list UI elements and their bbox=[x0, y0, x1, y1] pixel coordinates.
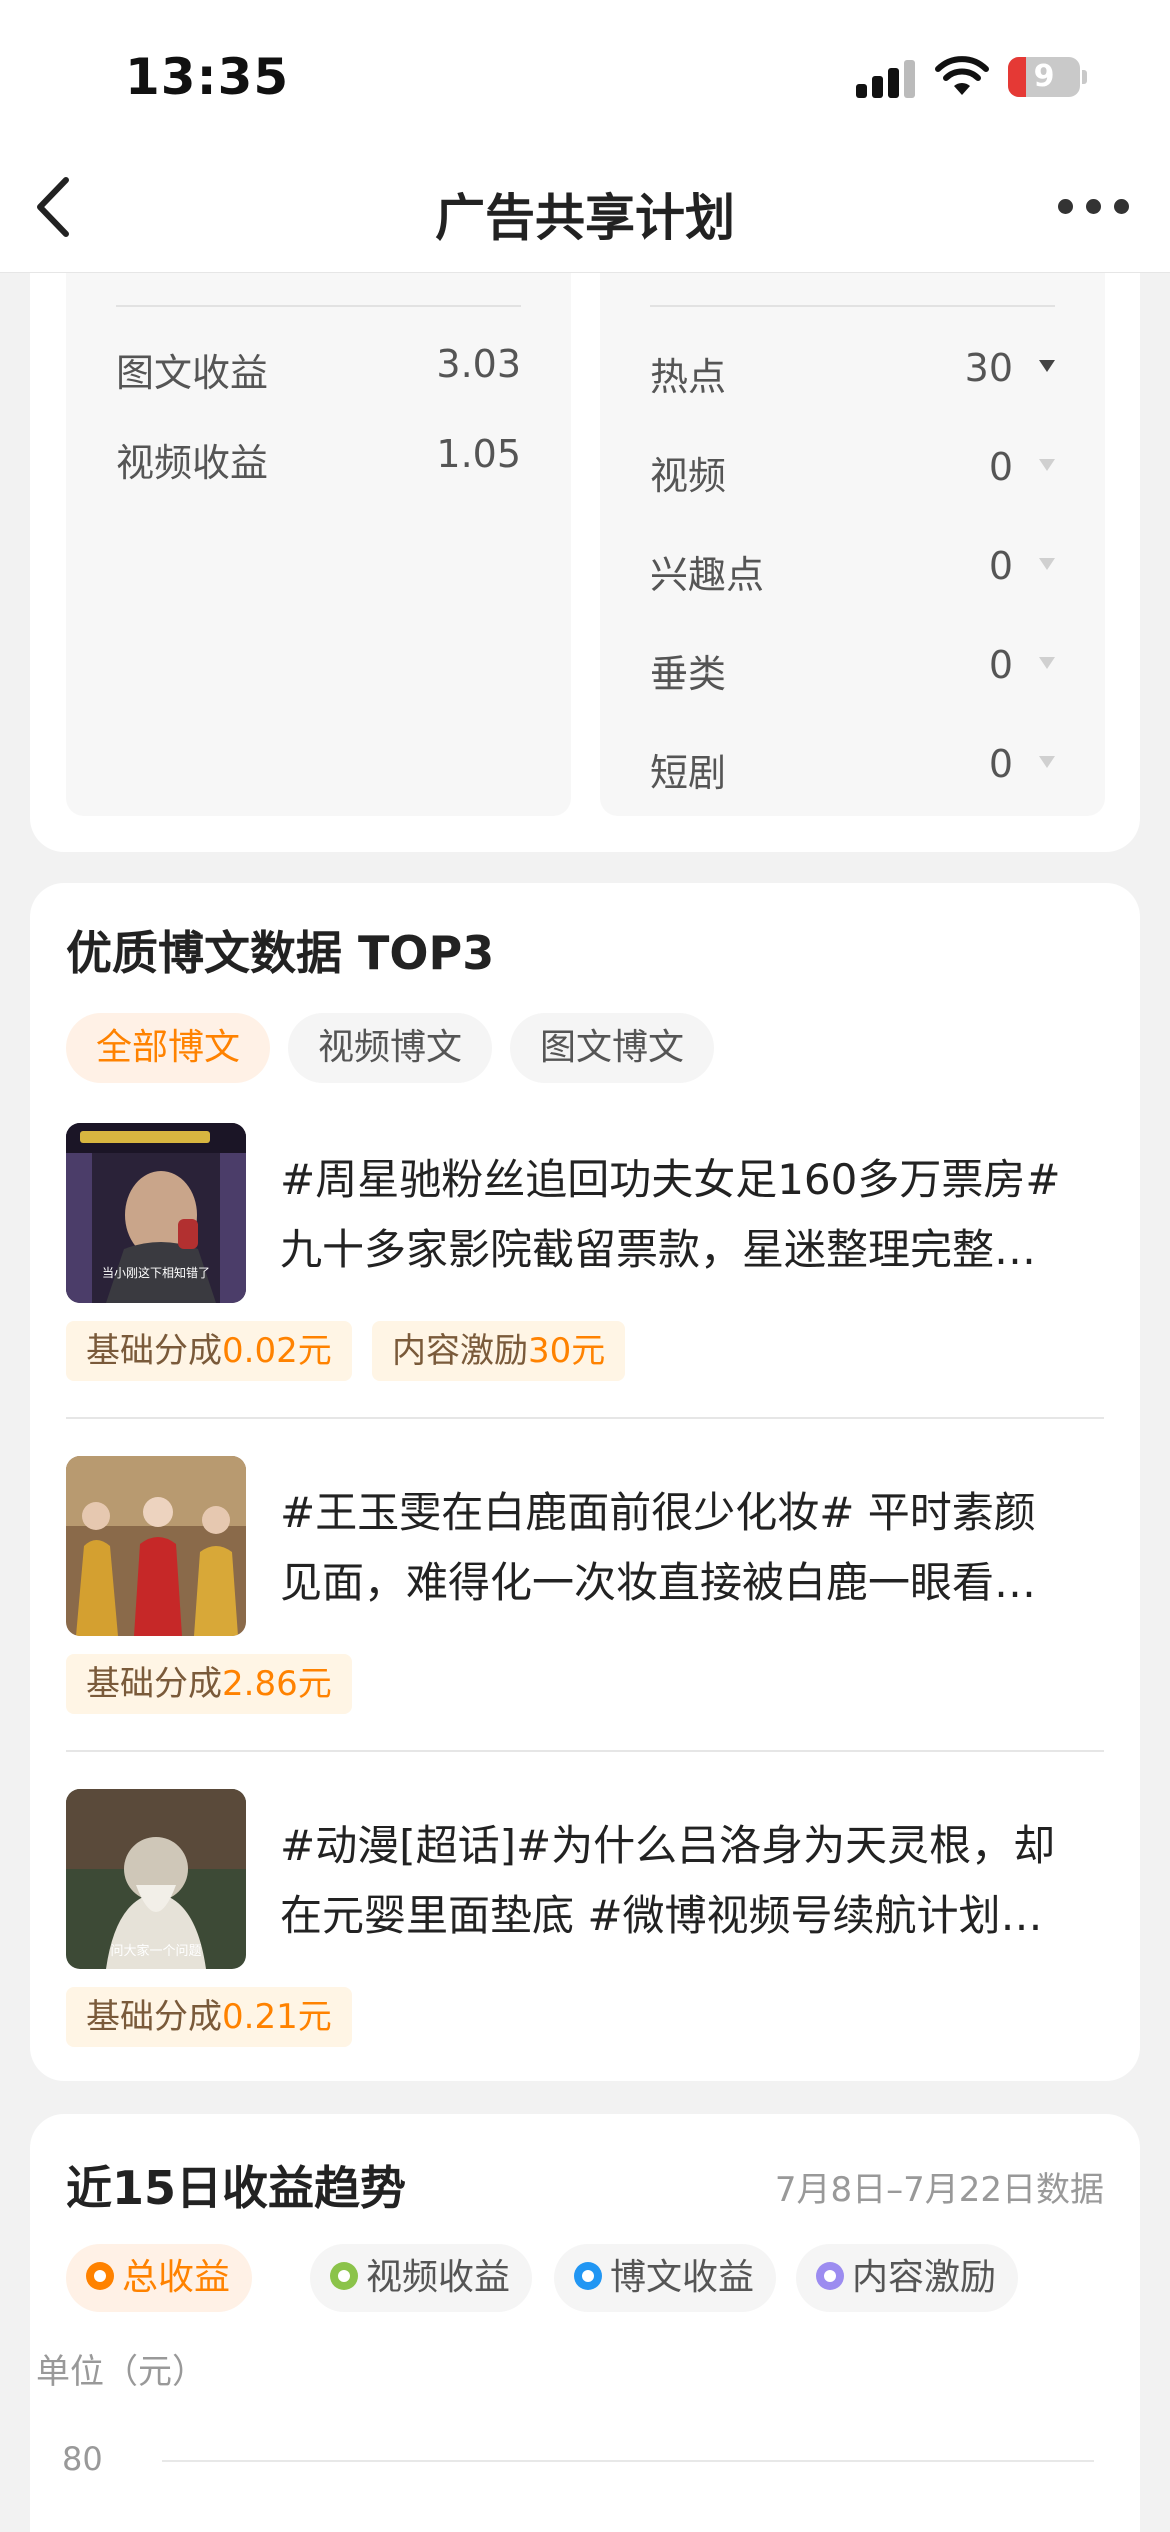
divider bbox=[650, 305, 1055, 307]
legend-dot-icon bbox=[574, 2262, 602, 2290]
content-incentive-tag: 内容激励30元 bbox=[372, 1321, 626, 1381]
top-posts-card: 优质博文数据 TOP3 全部博文 视频博文 图文博文 当小刚这下相知错了 #周星… bbox=[30, 883, 1140, 2081]
y-axis-tick: 80 bbox=[62, 2440, 103, 2478]
battery-level: 9 bbox=[1033, 59, 1055, 94]
tag-amount: 0.02元 bbox=[222, 1331, 332, 1371]
tag-amount: 30元 bbox=[528, 1331, 606, 1371]
section-title: 优质博文数据 TOP3 bbox=[66, 926, 495, 980]
legend-post-earnings[interactable]: 博文收益 bbox=[554, 2244, 777, 2312]
tab-video-posts[interactable]: 视频博文 bbox=[288, 1013, 493, 1083]
expand-caret-icon[interactable] bbox=[1039, 657, 1055, 669]
legend-total-earnings[interactable]: 总收益 bbox=[66, 2244, 253, 2312]
category-label: 兴趣点 bbox=[650, 553, 765, 597]
earnings-breakdown-card: 图文收益 3.03 视频收益 1.05 热点 30 视频 0 兴趣点 0 垂类 … bbox=[30, 180, 1140, 852]
category-row-video[interactable]: 视频 0 bbox=[650, 445, 1055, 505]
tab-image-text-posts[interactable]: 图文博文 bbox=[510, 1013, 715, 1083]
tag-amount: 0.21元 bbox=[222, 1997, 332, 2037]
category-value: 0 bbox=[988, 742, 1013, 786]
base-share-tag: 基础分成0.02元 bbox=[66, 1321, 352, 1381]
tag-amount: 2.86元 bbox=[222, 1664, 332, 1704]
earnings-value: 3.03 bbox=[436, 342, 521, 386]
earnings-label: 图文收益 bbox=[116, 351, 269, 395]
battery-icon: 9 bbox=[1008, 57, 1088, 97]
post-text-line: #动漫[超话]#为什么吕洛身为天灵根，却 bbox=[280, 1821, 1056, 1870]
chart-gridline bbox=[162, 2460, 1094, 2462]
legend-content-incentive[interactable]: 内容激励 bbox=[796, 2244, 1019, 2312]
divider bbox=[66, 1417, 1104, 1419]
legend-dot-icon bbox=[86, 2262, 114, 2290]
expand-caret-icon[interactable] bbox=[1039, 756, 1055, 768]
legend-label: 视频收益 bbox=[366, 2257, 511, 2298]
category-value: 0 bbox=[988, 544, 1013, 588]
category-row-interest[interactable]: 兴趣点 0 bbox=[650, 544, 1055, 604]
post-text[interactable]: #王玉雯在白鹿面前很少化妆# 平时素颜 见面，难得化一次妆直接被白鹿一眼看… bbox=[280, 1478, 1104, 1618]
date-range-label: 7月8日–7月22日数据 bbox=[774, 2170, 1104, 2210]
post-thumbnail[interactable]: 问大家一个问题 bbox=[66, 1789, 246, 1969]
section-title: 近15日收益趋势 bbox=[66, 2161, 407, 2215]
tab-all-posts[interactable]: 全部博文 bbox=[66, 1013, 271, 1083]
earnings-value: 1.05 bbox=[436, 432, 521, 476]
tag-label: 基础分成 bbox=[86, 1997, 222, 2037]
legend-dot-icon bbox=[330, 2262, 358, 2290]
category-row-vertical[interactable]: 垂类 0 bbox=[650, 643, 1055, 703]
divider bbox=[116, 305, 521, 307]
thumbnail-caption: 问大家一个问题 bbox=[110, 1944, 202, 1959]
post-text-line: 九十多家影院截留票款，星迷整理完整… bbox=[280, 1225, 1037, 1274]
post-thumbnail[interactable]: 当小刚这下相知错了 bbox=[66, 1123, 246, 1303]
earnings-trend-card: 近15日收益趋势 7月8日–7月22日数据 总收益 视频收益 博文收益 内容激励… bbox=[30, 2114, 1140, 2532]
category-label: 短剧 bbox=[650, 751, 727, 795]
cellular-signal-icon bbox=[856, 58, 916, 98]
status-time: 13:35 bbox=[125, 48, 290, 106]
earnings-row: 视频收益 1.05 bbox=[116, 432, 521, 492]
wifi-icon bbox=[935, 56, 989, 95]
legend-video-earnings[interactable]: 视频收益 bbox=[310, 2244, 533, 2312]
more-options-icon[interactable] bbox=[1058, 195, 1130, 219]
tag-label: 内容激励 bbox=[392, 1331, 528, 1371]
post-text[interactable]: #动漫[超话]#为什么吕洛身为天灵根，却 在元婴里面垫底 #微博视频号续航计划… bbox=[280, 1811, 1104, 1951]
category-value: 0 bbox=[988, 445, 1013, 489]
category-label: 垂类 bbox=[650, 652, 727, 696]
legend-dot-icon bbox=[816, 2262, 844, 2290]
post-text[interactable]: #周星驰粉丝追回功夫女足160多万票房# 九十多家影院截留票款，星迷整理完整… bbox=[280, 1145, 1104, 1285]
divider bbox=[66, 1750, 1104, 1752]
expand-caret-icon[interactable] bbox=[1039, 459, 1055, 471]
tag-label: 基础分成 bbox=[86, 1664, 222, 1704]
post-text-line: 在元婴里面垫底 #微博视频号续航计划… bbox=[280, 1891, 1043, 1940]
category-panel: 热点 30 视频 0 兴趣点 0 垂类 0 短剧 0 bbox=[600, 180, 1105, 816]
earnings-type-panel: 图文收益 3.03 视频收益 1.05 bbox=[66, 180, 571, 816]
page-title: 广告共享计划 bbox=[435, 189, 735, 247]
category-label: 视频 bbox=[650, 454, 727, 498]
base-share-tag: 基础分成0.21元 bbox=[66, 1987, 352, 2047]
post-text-line: #王玉雯在白鹿面前很少化妆# 平时素颜 bbox=[280, 1488, 1036, 1537]
post-thumbnail[interactable] bbox=[66, 1456, 246, 1636]
post-text-line: #周星驰粉丝追回功夫女足160多万票房# bbox=[280, 1155, 1061, 1204]
legend-label: 总收益 bbox=[122, 2257, 231, 2298]
thumbnail-caption: 当小刚这下相知错了 bbox=[101, 1266, 210, 1280]
category-value: 30 bbox=[964, 346, 1013, 390]
legend-label: 博文收益 bbox=[610, 2257, 755, 2298]
base-share-tag: 基础分成2.86元 bbox=[66, 1654, 352, 1714]
expand-caret-icon[interactable] bbox=[1039, 558, 1055, 570]
earnings-label: 视频收益 bbox=[116, 441, 269, 485]
top-bar: 13:35 9 广告共享计划 bbox=[0, 0, 1170, 273]
category-row-hot[interactable]: 热点 30 bbox=[650, 346, 1055, 406]
earnings-row: 图文收益 3.03 bbox=[116, 342, 521, 402]
category-label: 热点 bbox=[650, 355, 727, 399]
expand-caret-icon[interactable] bbox=[1039, 360, 1055, 372]
category-value: 0 bbox=[988, 643, 1013, 687]
chart-unit-label: 单位（元） bbox=[36, 2352, 206, 2392]
category-row-short-drama[interactable]: 短剧 0 bbox=[650, 742, 1055, 802]
post-text-line: 见面，难得化一次妆直接被白鹿一眼看… bbox=[280, 1558, 1037, 1607]
legend-label: 内容激励 bbox=[852, 2257, 997, 2298]
tag-label: 基础分成 bbox=[86, 1331, 222, 1371]
